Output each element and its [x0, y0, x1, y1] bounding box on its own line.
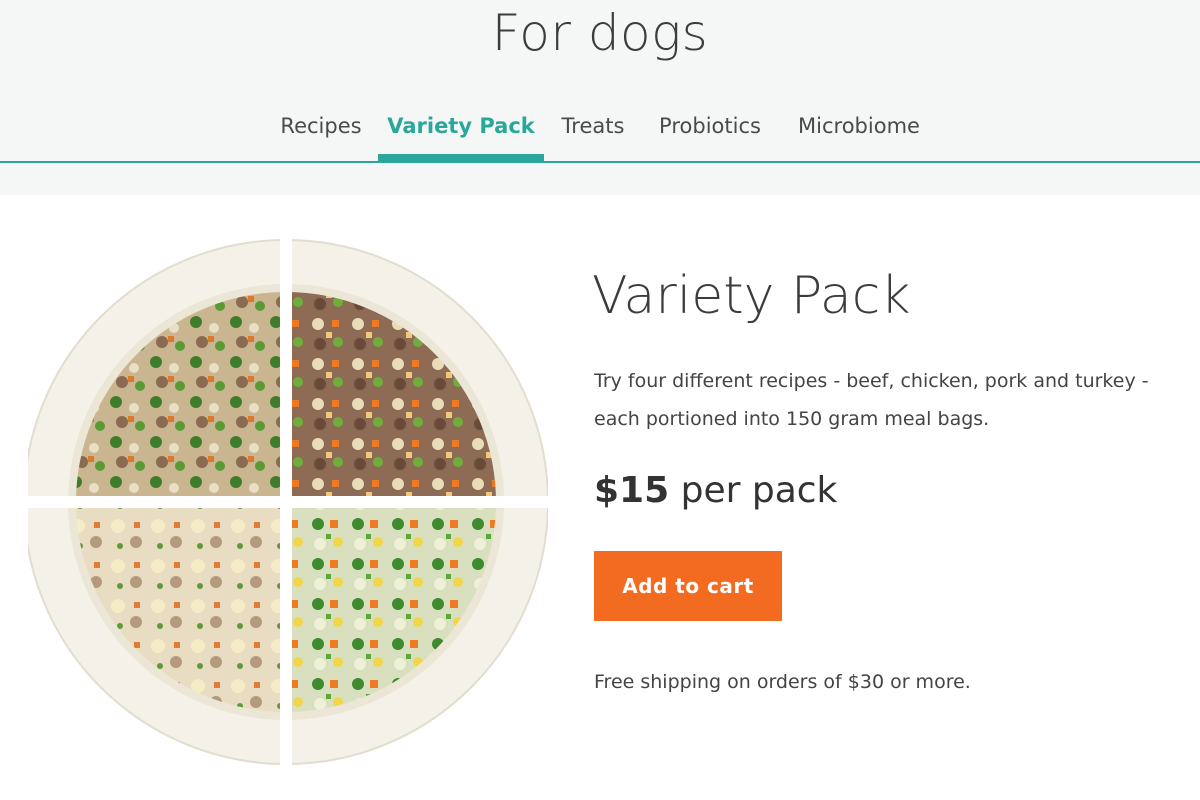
food-bowl-image [28, 234, 548, 770]
price-unit: per pack [680, 470, 838, 511]
product-title: Variety Pack [592, 266, 911, 326]
add-to-cart-button[interactable]: Add to cart [594, 551, 782, 621]
tabs-divider [0, 161, 1200, 163]
price-amount: $15 [594, 470, 670, 511]
product-description: Try four different recipes - beef, chick… [594, 370, 1149, 430]
category-tabs: Recipes Variety Pack Treats Probiotics M… [0, 104, 1200, 162]
shipping-note: Free shipping on orders of $30 or more. [594, 671, 971, 693]
tab-treats[interactable]: Treats [548, 104, 638, 162]
tab-recipes[interactable]: Recipes [268, 104, 374, 162]
page-title: For dogs [491, 4, 709, 62]
tab-probiotics[interactable]: Probiotics [646, 104, 774, 162]
tab-microbiome[interactable]: Microbiome [782, 104, 936, 162]
product-price: $15 per pack [594, 470, 837, 511]
